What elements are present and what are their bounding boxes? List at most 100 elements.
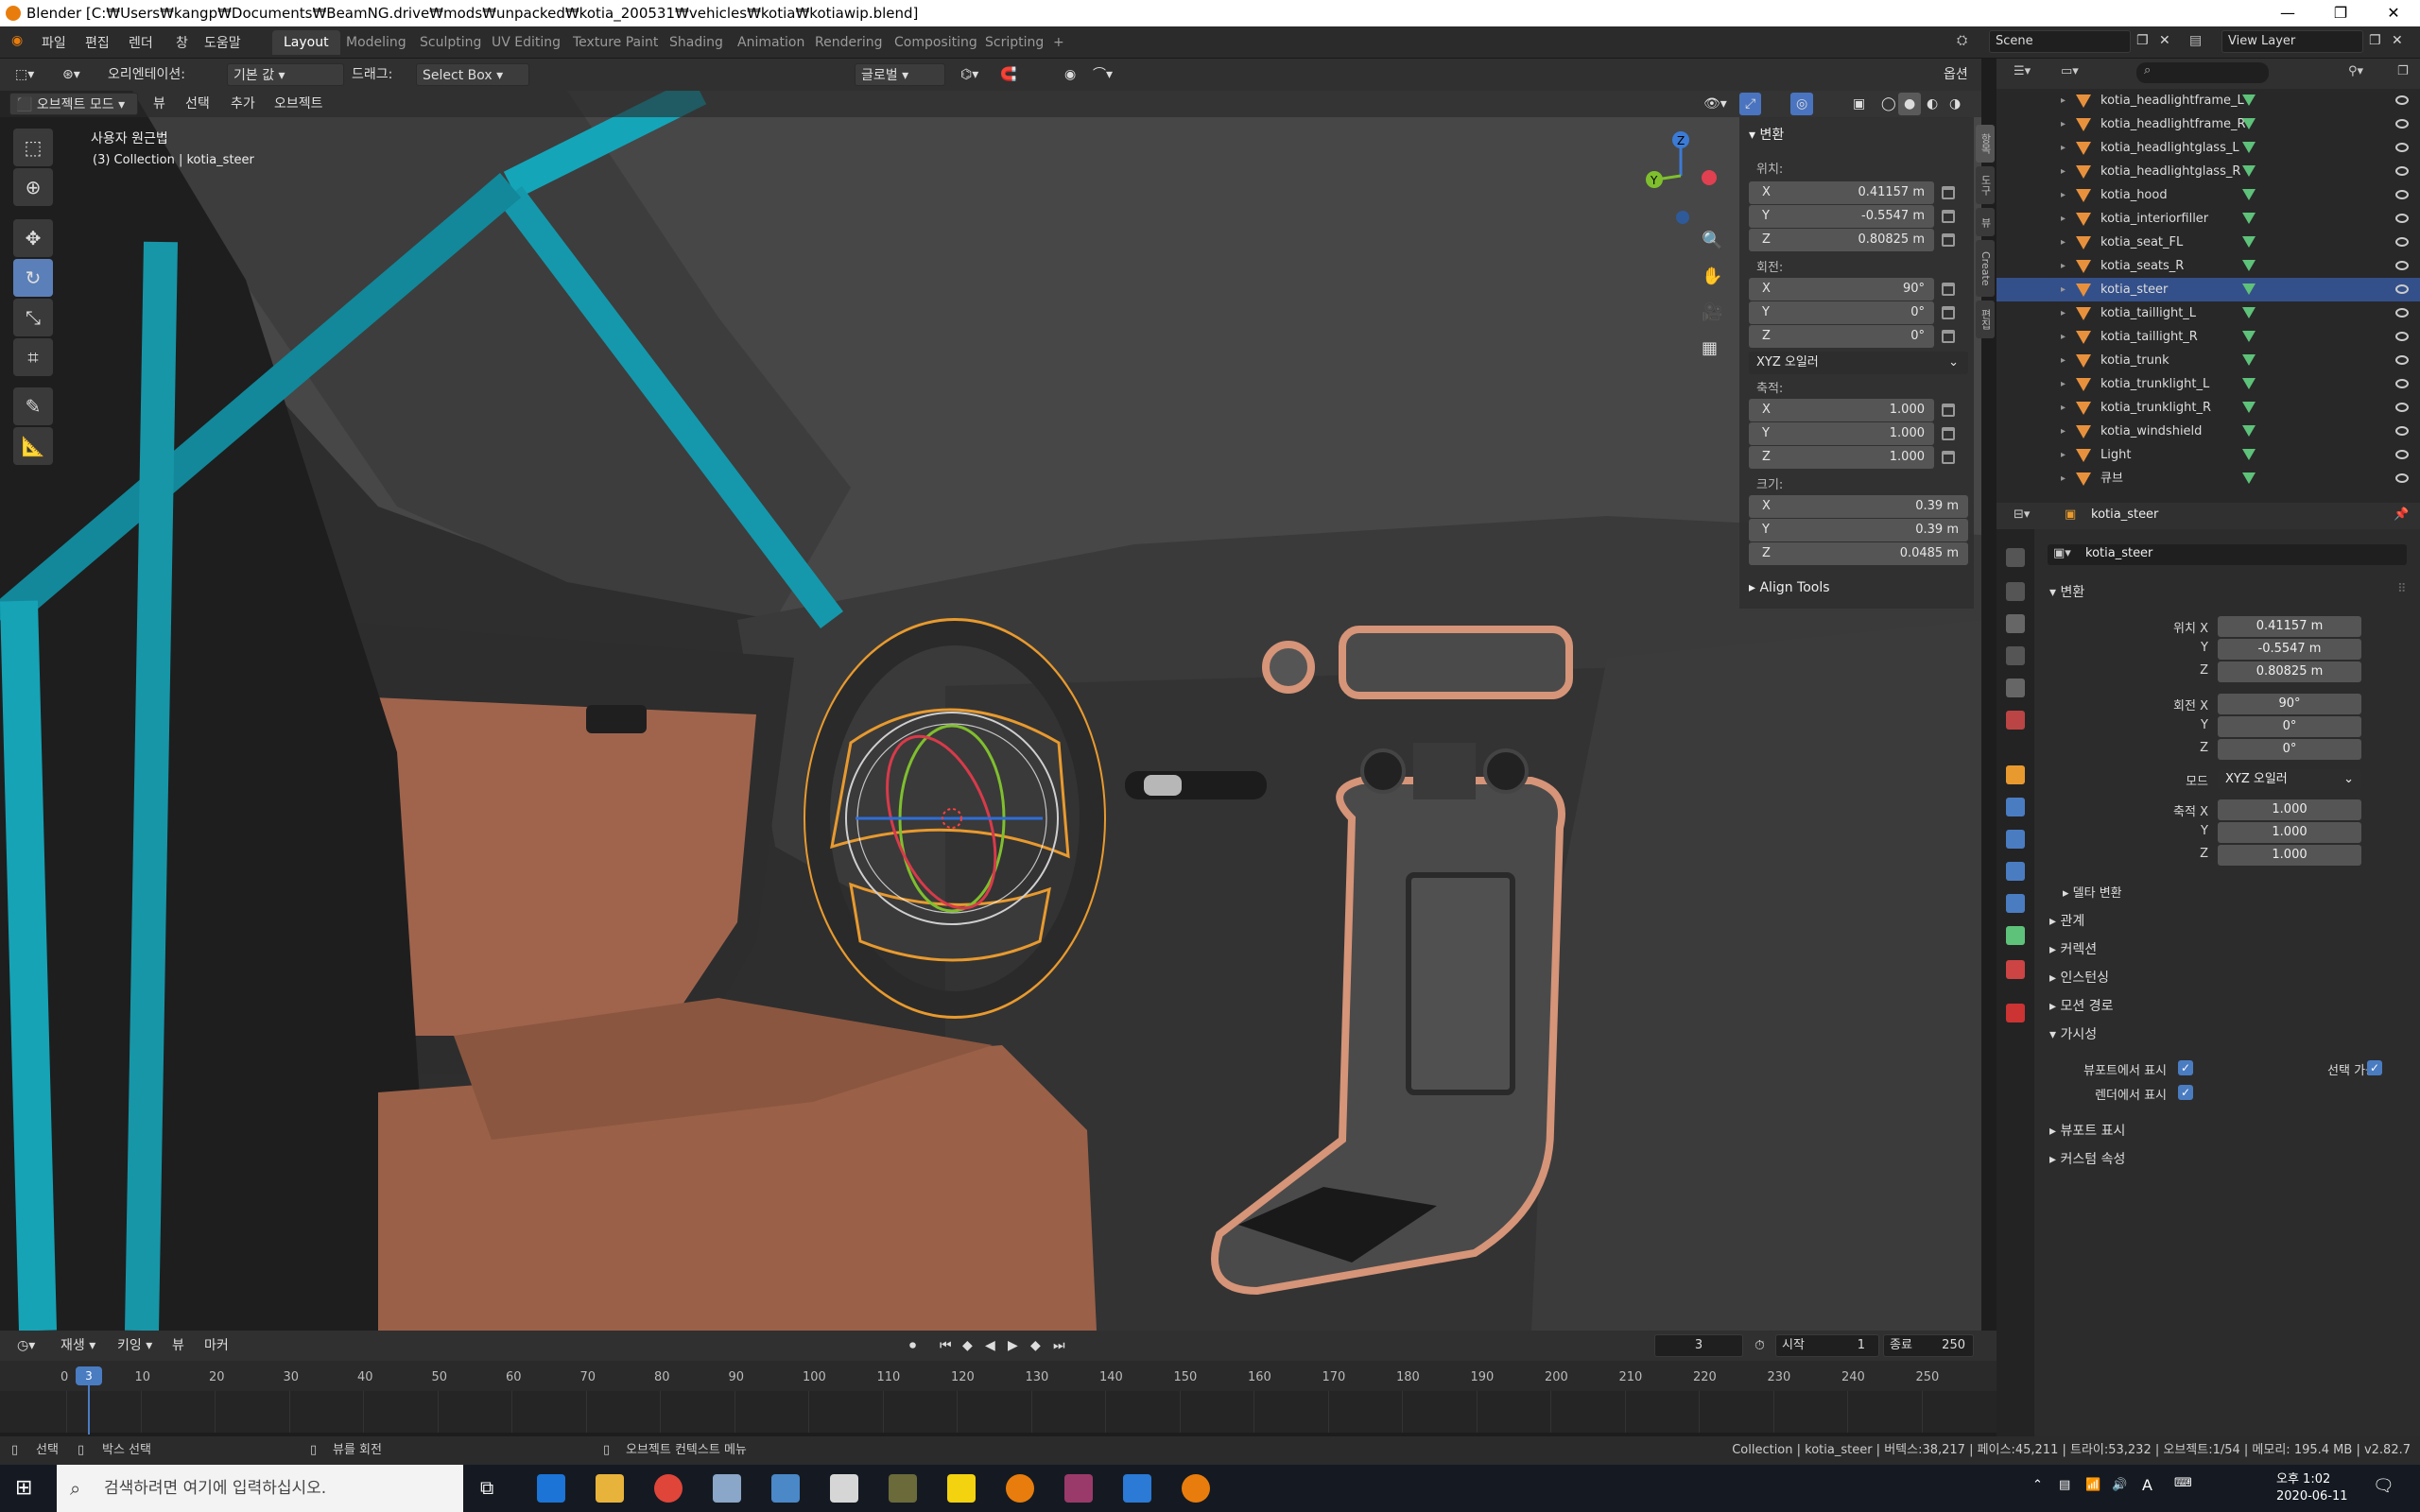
object-tab-icon[interactable] [2006,765,2025,784]
instancing-header[interactable]: ▸ 인스턴싱 [2049,968,2109,987]
expand-arrow-icon[interactable]: ▸ [2061,396,2066,420]
3d-viewport[interactable] [0,91,1981,1331]
tray-chevron-icon[interactable]: ⌃ [2032,1478,2043,1492]
vscode-icon[interactable] [1123,1474,1151,1503]
next-keyframe-icon[interactable]: ◆ [1025,1334,1046,1357]
outliner-row[interactable]: ▸ Light [1996,443,2420,467]
eye-icon[interactable] [2395,95,2409,105]
outliner-row[interactable]: ▸ kotia_headlightframe_R [1996,112,2420,136]
proportional-edit-icon[interactable]: ◉ [1059,63,1081,86]
view-layer-selector[interactable]: View Layer [2221,30,2363,53]
lock-icon[interactable] [1942,330,1955,343]
outliner-row[interactable]: ▸ kotia_windshield [1996,420,2420,443]
prop-rotation-x[interactable]: 90° [2218,694,2361,714]
taskbar-search-input[interactable]: ⌕ 검색하려면 여기에 입력하십시오. [57,1465,463,1512]
prop-rotation-mode-dropdown[interactable]: XYZ 오일러 ⌄ [2218,769,2361,790]
mesh-data-icon[interactable] [2242,236,2256,248]
collections-header[interactable]: ▸ 커렉션 [2049,939,2097,958]
mesh-data-icon[interactable] [2242,260,2256,271]
lock-icon[interactable] [1942,283,1955,296]
expand-arrow-icon[interactable]: ▸ [2061,183,2066,207]
playhead-frame-indicator[interactable]: 3 [76,1366,102,1385]
lock-icon[interactable] [1942,210,1955,223]
selectable-checkbox[interactable]: ✓ [2367,1060,2382,1075]
eye-icon[interactable] [2395,261,2409,270]
tab-view[interactable]: 뷰 [1976,208,1995,236]
tray-network-icon[interactable]: ▤ [2059,1478,2070,1492]
clock-time[interactable]: 오후 1:02 [2276,1469,2330,1486]
mesh-data-icon[interactable] [2242,307,2256,318]
edge-browser-icon[interactable] [537,1474,565,1503]
mesh-data-icon[interactable] [2242,284,2256,295]
modifier-tab-icon[interactable] [2006,798,2025,816]
dimensions-y-field[interactable]: Y 0.39 m [1749,519,1968,541]
particles-tab-icon[interactable] [2006,830,2025,849]
outliner-row[interactable]: ▸ kotia_trunk [1996,349,2420,372]
expand-arrow-icon[interactable]: ▸ [2061,278,2066,301]
tab-rendering[interactable]: Rendering [804,30,894,55]
blender-second-icon[interactable] [1182,1474,1210,1503]
outliner-row[interactable]: ▸ kotia_headlightglass_R [1996,160,2420,183]
rotation-z-field[interactable]: Z 0° [1749,325,1934,348]
outliner-row[interactable]: ▸ 큐브 [1996,467,2420,490]
constraints-tab-icon[interactable] [2006,894,2025,913]
transform-pivot-icon[interactable]: ⊛▾ [57,63,86,86]
lock-icon[interactable] [1942,306,1955,319]
minimize-button[interactable]: — [2261,0,2314,26]
mesh-data-icon[interactable] [2242,189,2256,200]
stopwatch-icon[interactable]: ⏱ [1749,1334,1771,1357]
start-frame-field[interactable]: 시작 1 [1775,1334,1879,1357]
kakaotalk-icon[interactable] [947,1474,976,1503]
align-tools-header[interactable]: ▸ Align Tools [1749,580,1830,595]
data-tab-icon[interactable] [2006,926,2025,945]
file-explorer-icon[interactable] [596,1474,624,1503]
eye-icon[interactable] [2395,379,2409,388]
mode-dropdown[interactable]: ⬛ 오브젝트 모드 ▾ [9,93,138,115]
ime-indicator[interactable]: A [2142,1476,2152,1494]
tab-edit[interactable]: 편집 [1976,301,1995,338]
editor-type-icon[interactable]: ⬚▾ [9,63,40,86]
outliner-row[interactable]: ▸ kotia_trunklight_L [1996,372,2420,396]
notepad-icon[interactable] [830,1474,858,1503]
orientation-dropdown[interactable]: 기본 값 ▾ [227,63,344,86]
mesh-data-icon[interactable] [2242,331,2256,342]
outliner-row[interactable]: ▸ kotia_interiorfiller [1996,207,2420,231]
dimensions-x-field[interactable]: X 0.39 m [1749,495,1968,518]
eye-icon[interactable] [2395,308,2409,318]
outliner-row[interactable]: ▸ kotia_taillight_R [1996,325,2420,349]
falloff-icon[interactable]: ⌒▾ [1087,63,1118,86]
transform-section-header[interactable]: ▾ 변환 [1749,125,1784,144]
measure-tool-icon[interactable]: 📐 [13,427,53,465]
display-mode-icon[interactable]: ☰▾ [2014,64,2031,78]
scale-tool-icon[interactable]: ⤡ [13,299,53,336]
task-view-icon[interactable]: ⧉ [480,1476,493,1499]
prev-keyframe-icon[interactable]: ◆ [957,1334,978,1357]
expand-arrow-icon[interactable]: ▸ [2061,372,2066,396]
location-z-field[interactable]: Z 0.80825 m [1749,229,1934,251]
timeline-editor-icon[interactable]: ◷▾ [11,1334,41,1357]
tab-create[interactable]: Create [1976,240,1995,297]
editor-type-icon[interactable]: ⊟▾ [2014,507,2030,522]
expand-arrow-icon[interactable]: ▸ [2061,207,2066,231]
eye-icon[interactable] [2395,214,2409,223]
end-frame-field[interactable]: 종료 250 [1883,1334,1974,1357]
view-layer-tab-icon[interactable] [2006,646,2025,665]
drag-dropdown[interactable]: Select Box ▾ [416,63,529,86]
rotation-y-field[interactable]: Y 0° [1749,301,1934,324]
rotation-mode-dropdown[interactable]: XYZ 오일러 ⌄ [1749,352,1968,374]
eye-icon[interactable] [2395,426,2409,436]
mesh-data-icon[interactable] [2242,94,2256,106]
play-reverse-icon[interactable]: ◀ [979,1334,1001,1357]
eye-icon[interactable] [2395,166,2409,176]
lock-icon[interactable] [1942,427,1955,440]
filter-view-icon[interactable]: ▭▾ [2061,64,2079,78]
record-icon[interactable]: ⏺ [904,1334,922,1357]
scale-y-field[interactable]: Y 1.000 [1749,422,1934,445]
prop-location-z[interactable]: 0.80825 m [2218,662,2361,682]
outliner-row[interactable]: ▸ kotia_hood [1996,183,2420,207]
overlay-toggle-icon[interactable]: ◎ [1790,93,1814,115]
lock-icon[interactable] [1942,233,1955,247]
blender-menu-icon[interactable]: ◉ [11,33,23,48]
cursor-tool-icon[interactable]: ⊕ [13,168,53,206]
shading-rendered-icon[interactable]: ◑ [1944,93,1966,115]
